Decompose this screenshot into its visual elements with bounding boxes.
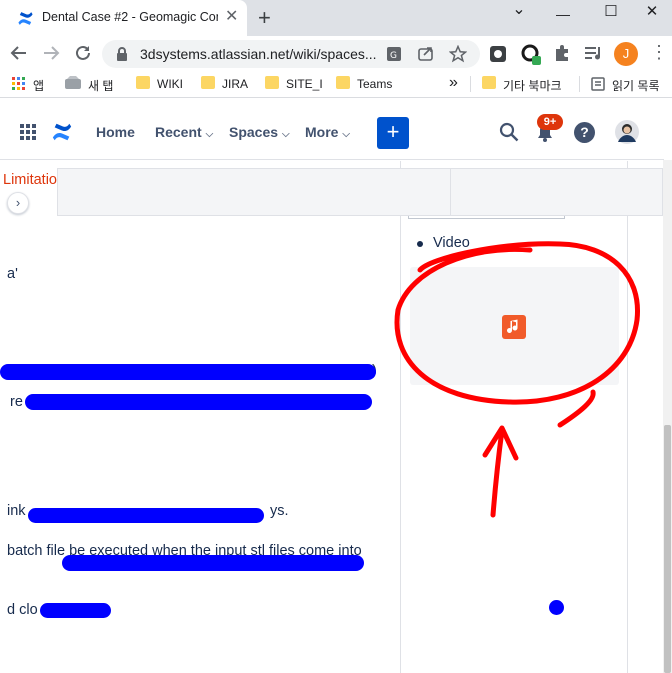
text-line: a': [7, 266, 18, 282]
bookmarks-bar: 앱 새 탭 WIKI JIRA SITE_I Teams » 기타 북마크 읽기…: [0, 72, 672, 98]
column-divider: [400, 161, 401, 673]
confluence-logo-icon: [18, 12, 33, 25]
page-scrollbar-thumb[interactable]: [664, 425, 671, 673]
page-content: Limitatio › a' ) re ) ink ys. batch file…: [0, 161, 663, 673]
text-line: ys.: [270, 503, 289, 519]
sidebar-box-edge: [408, 216, 565, 219]
create-button[interactable]: +: [377, 117, 409, 149]
sticky-table-header: [57, 168, 663, 216]
address-bar-row: 3dsystems.atlassian.net/wiki/spaces... G…: [0, 36, 672, 72]
browser-tab[interactable]: Dental Case #2 - Geomagic Control X ✕: [0, 0, 247, 36]
nav-more[interactable]: More ⌵: [305, 124, 350, 140]
chevron-down-icon: ⌵: [281, 129, 290, 140]
nav-recent[interactable]: Recent ⌵: [155, 124, 213, 140]
nav-recent-label: Recent: [155, 124, 202, 140]
browser-menu-icon[interactable]: ⋮: [650, 42, 668, 62]
minimize-button[interactable]: —: [540, 6, 586, 36]
redaction-scribble: [28, 508, 264, 523]
bookmarks-overflow-button[interactable]: »: [449, 74, 458, 92]
sidebar-list-item-video[interactable]: Video: [433, 235, 470, 251]
folder-icon: [136, 76, 150, 89]
nav-spaces-label: Spaces: [229, 124, 279, 140]
audio-file-icon: [502, 315, 526, 339]
text-line: ink: [7, 503, 26, 519]
media-control-icon[interactable]: [584, 45, 604, 61]
bookmark-apps[interactable]: 앱: [33, 77, 44, 94]
extensions-puzzle-icon[interactable]: [553, 44, 571, 62]
reload-icon[interactable]: [74, 44, 92, 62]
notification-badge: 9+: [537, 114, 563, 130]
reading-list-icon: [591, 77, 605, 91]
bookmark-jira[interactable]: JIRA: [222, 77, 248, 91]
tab-strip: Dental Case #2 - Geomagic Control X ✕ + …: [0, 0, 672, 36]
nav-spaces[interactable]: Spaces ⌵: [229, 124, 290, 140]
section-heading-fragment: Limitatio: [3, 172, 57, 188]
svg-text:G: G: [390, 51, 397, 61]
folder-icon: [482, 76, 496, 89]
column-divider: [627, 161, 628, 673]
close-window-button[interactable]: ✕: [632, 4, 672, 34]
profile-avatar[interactable]: J: [614, 42, 638, 66]
tab-search-icon[interactable]: ⌄: [496, 2, 542, 32]
tab-close-icon[interactable]: ✕: [225, 9, 238, 25]
omnibox[interactable]: 3dsystems.atlassian.net/wiki/spaces... G: [102, 40, 480, 68]
nav-home[interactable]: Home: [96, 124, 135, 140]
redaction-scribble: [25, 394, 372, 410]
redaction-scribble: [0, 364, 376, 380]
maximize-button[interactable]: ☐: [588, 4, 634, 34]
translate-icon[interactable]: G: [386, 46, 402, 62]
search-icon[interactable]: [499, 122, 519, 142]
other-bookmarks[interactable]: 기타 북마크: [503, 77, 562, 94]
confluence-top-nav: Home Recent ⌵ Spaces ⌵ More ⌵ + 9+ ?: [0, 104, 664, 160]
share-icon[interactable]: [418, 46, 434, 62]
reading-list[interactable]: 읽기 목록: [612, 77, 660, 94]
bookmark-new-tab[interactable]: 새 탭: [88, 77, 113, 94]
confluence-logo-icon[interactable]: [51, 121, 73, 143]
lock-icon[interactable]: [116, 47, 128, 61]
bookmark-star-icon[interactable]: [449, 45, 467, 63]
user-avatar[interactable]: [615, 120, 639, 144]
folder-icon: [336, 76, 350, 89]
bookmarks-divider: [579, 76, 580, 92]
bookmark-teams[interactable]: Teams: [357, 77, 392, 91]
tab-title: Dental Case #2 - Geomagic Control X: [42, 10, 218, 24]
app-switcher-icon[interactable]: [20, 124, 36, 140]
url-text[interactable]: 3dsystems.atlassian.net/wiki/spaces...: [140, 46, 377, 62]
nav-more-label: More: [305, 124, 339, 140]
blue-dot-mark: [549, 600, 564, 615]
new-tab-page-icon: [65, 76, 81, 89]
redaction-scribble: [40, 603, 111, 618]
bookmark-site[interactable]: SITE_I: [286, 77, 323, 91]
help-icon[interactable]: ?: [574, 122, 595, 143]
media-attachment-placeholder[interactable]: [410, 267, 619, 385]
new-tab-button[interactable]: +: [258, 5, 271, 31]
bookmarks-divider: [470, 76, 471, 92]
text-line: d clo: [7, 602, 38, 618]
folder-icon: [265, 76, 279, 89]
extension-2-icon[interactable]: [520, 44, 542, 66]
redaction-scribble: [62, 555, 364, 571]
chevron-down-icon: ⌵: [342, 129, 350, 140]
apps-grid-icon[interactable]: [12, 77, 26, 91]
forward-arrow-icon[interactable]: [42, 44, 60, 62]
text-line: re: [10, 394, 23, 410]
folder-icon: [201, 76, 215, 89]
bookmark-wiki[interactable]: WIKI: [157, 77, 183, 91]
table-cell-divider: [450, 169, 451, 215]
list-bullet: [417, 241, 423, 247]
back-arrow-icon[interactable]: [10, 44, 28, 62]
extension-1-icon[interactable]: [489, 45, 507, 63]
chevron-down-icon: ⌵: [205, 129, 214, 140]
expand-sidebar-button[interactable]: ›: [7, 192, 29, 214]
